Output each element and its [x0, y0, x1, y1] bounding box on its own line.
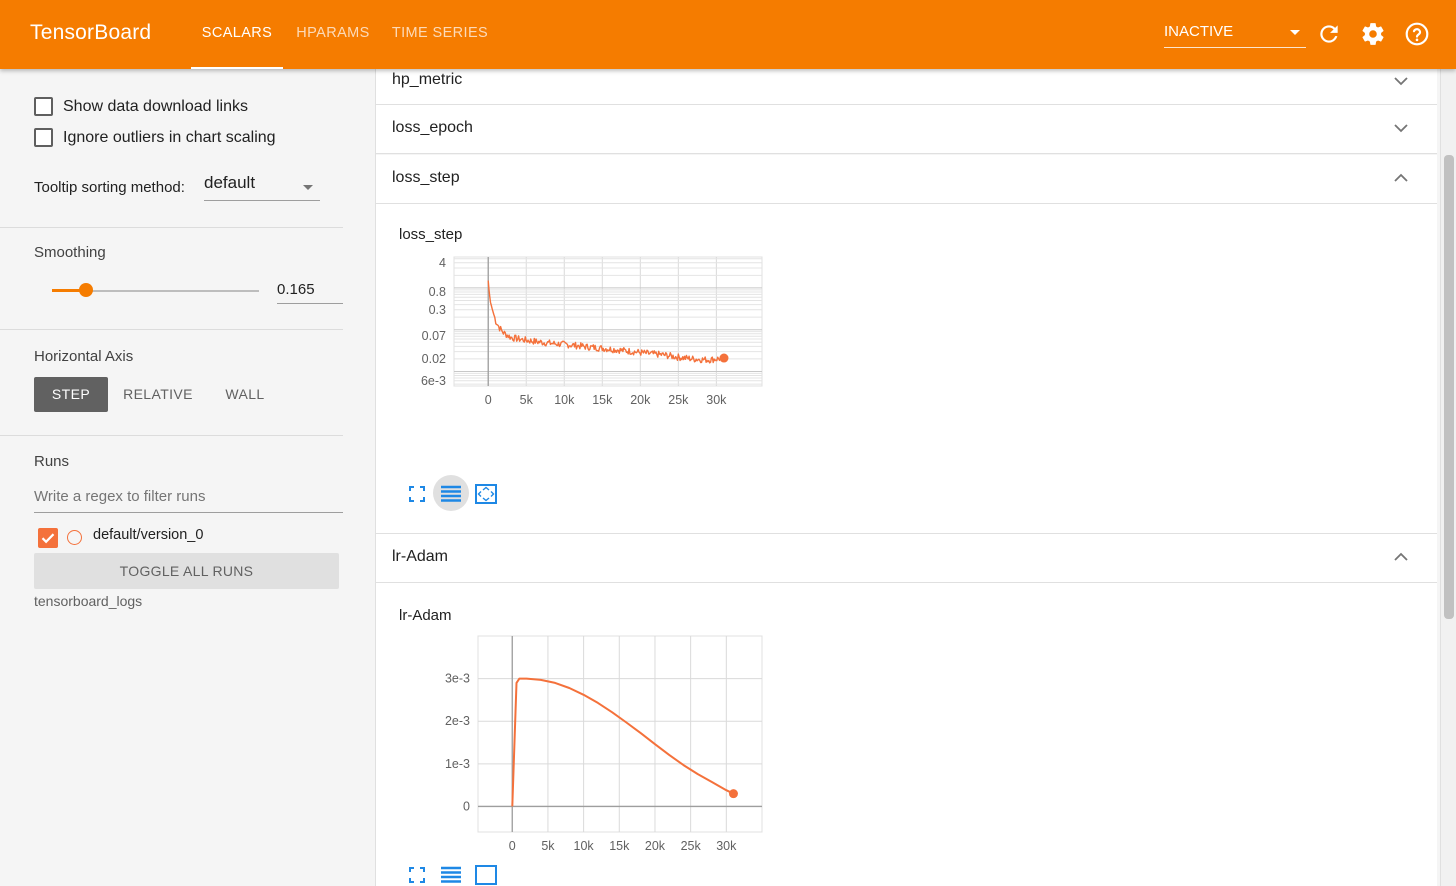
tooltip-sorting-select[interactable]: default [204, 173, 320, 201]
caret-down-icon [303, 185, 313, 190]
y-tick-label: 1e-3 [445, 757, 470, 771]
x-tick-label: 10k [554, 393, 575, 407]
plugin-select[interactable]: INACTIVE [1164, 20, 1306, 48]
loss-step-chart[interactable]: 0 5k 10k 15k 20k 25k 30k 4 0.8 0.3 0.07 0.02 6e-3 [376, 204, 796, 484]
divider [0, 227, 343, 228]
logdir-label: tensorboard_logs [34, 593, 142, 609]
loss-step-card: loss_step 05k10k15k20k25k30k40.80.30.070… [376, 204, 1437, 534]
lr-adam-chart[interactable]: 0 5k 10k 15k 20k 25k 30k 3e-3 2e-3 1e-3 0 [376, 583, 796, 863]
smoothing-slider-thumb[interactable] [79, 283, 93, 297]
y-tick-label: 6e-3 [421, 374, 446, 388]
lr-adam-card: lr-Adam 05k10k15k20k25k30k3e-32e-31e-30 [376, 583, 1437, 886]
toggle-log-scale-icon[interactable] [438, 862, 464, 886]
y-tick-label: 3e-3 [445, 672, 470, 686]
x-tick-label: 20k [645, 839, 666, 853]
x-tick-label: 15k [592, 393, 613, 407]
plot-area [478, 636, 762, 832]
tab-hparams[interactable]: HPARAMS [287, 0, 379, 69]
main-scrollbar[interactable] [1440, 69, 1456, 886]
x-tick-label: 0 [509, 839, 516, 853]
smoothing-title: Smoothing [34, 244, 106, 261]
y-tick-label: 2e-3 [445, 714, 470, 728]
divider [0, 435, 343, 436]
group-title: loss_epoch [392, 119, 473, 137]
tab-scalars[interactable]: SCALARS [191, 0, 283, 69]
x-tick-label: 30k [706, 393, 727, 407]
axis-wall-button[interactable]: WALL [212, 377, 278, 412]
y-tick-label: 0.3 [429, 303, 446, 317]
chevron-up-icon [1392, 551, 1410, 563]
chevron-up-icon [1392, 172, 1410, 184]
fullscreen-icon[interactable] [404, 862, 430, 886]
smoothing-value-input[interactable]: 0.165 [277, 278, 343, 304]
group-header-loss-step[interactable]: loss_step [376, 155, 1437, 204]
x-tick-label: 15k [609, 839, 630, 853]
chevron-down-icon [1392, 122, 1410, 134]
runs-title: Runs [34, 453, 69, 470]
y-tick-label: 0.07 [422, 329, 446, 343]
y-tick-label: 0.8 [429, 285, 446, 299]
tooltip-sorting-value: default [204, 173, 255, 192]
y-tick-label: 0.02 [422, 352, 446, 366]
run-label: default/version_0 [93, 527, 203, 543]
group-title: lr-Adam [392, 548, 448, 566]
scrollbar-thumb[interactable] [1444, 155, 1454, 619]
sidebar: Show data download links Ignore outliers… [0, 69, 376, 886]
toggle-all-runs-button[interactable]: TOGGLE ALL RUNS [34, 553, 339, 589]
caret-down-icon [1290, 30, 1300, 35]
x-tick-label: 0 [485, 393, 492, 407]
toggle-log-scale-icon[interactable] [438, 481, 464, 507]
plugin-select-value: INACTIVE [1164, 23, 1233, 40]
top-app-bar: TensorBoard SCALARS HPARAMS TIME SERIES … [0, 0, 1456, 69]
run-color-picker[interactable] [67, 530, 82, 545]
tab-time-series[interactable]: TIME SERIES [387, 0, 493, 69]
checkmark-icon [38, 528, 58, 548]
tooltip-sorting-label: Tooltip sorting method: [34, 179, 185, 196]
fit-domain-icon[interactable] [473, 481, 499, 507]
ignore-outliers-checkbox[interactable] [34, 128, 53, 147]
x-tick-label: 5k [541, 839, 555, 853]
plot-area [454, 257, 762, 386]
x-tick-label: 5k [520, 393, 534, 407]
fit-domain-icon[interactable] [473, 862, 499, 886]
run-filter-input[interactable]: Write a regex to filter runs [34, 485, 343, 513]
series-end-point [729, 789, 738, 798]
show-download-links-label: Show data download links [63, 97, 248, 117]
x-tick-label: 10k [574, 839, 595, 853]
x-tick-label: 20k [630, 393, 651, 407]
series-line [488, 281, 724, 363]
divider [0, 329, 343, 330]
x-tick-label: 25k [668, 393, 689, 407]
main-content: hp_metric loss_epoch loss_step loss_step… [376, 69, 1437, 886]
settings-gear-icon[interactable] [1360, 21, 1386, 47]
refresh-icon[interactable] [1316, 21, 1342, 47]
group-title: loss_step [392, 169, 460, 187]
axis-relative-button[interactable]: RELATIVE [116, 377, 200, 412]
series-line [512, 679, 733, 807]
help-icon[interactable] [1404, 21, 1430, 47]
group-header-lr-adam[interactable]: lr-Adam [376, 534, 1437, 583]
show-download-links-checkbox[interactable] [34, 97, 53, 116]
horizontal-axis-title: Horizontal Axis [34, 348, 133, 365]
group-title: hp_metric [392, 71, 462, 89]
x-tick-label: 25k [681, 839, 702, 853]
series-end-point [719, 354, 728, 363]
run-checkbox[interactable] [38, 528, 58, 548]
y-tick-label: 0 [463, 799, 470, 813]
brand-title: TensorBoard [30, 21, 151, 45]
axis-step-button[interactable]: STEP [34, 377, 108, 412]
chevron-down-icon [1392, 75, 1410, 87]
x-tick-label: 30k [716, 839, 737, 853]
ignore-outliers-label: Ignore outliers in chart scaling [63, 128, 276, 148]
y-tick-label: 4 [439, 256, 446, 270]
fullscreen-icon[interactable] [404, 481, 430, 507]
group-header-loss-epoch[interactable]: loss_epoch [376, 105, 1437, 154]
